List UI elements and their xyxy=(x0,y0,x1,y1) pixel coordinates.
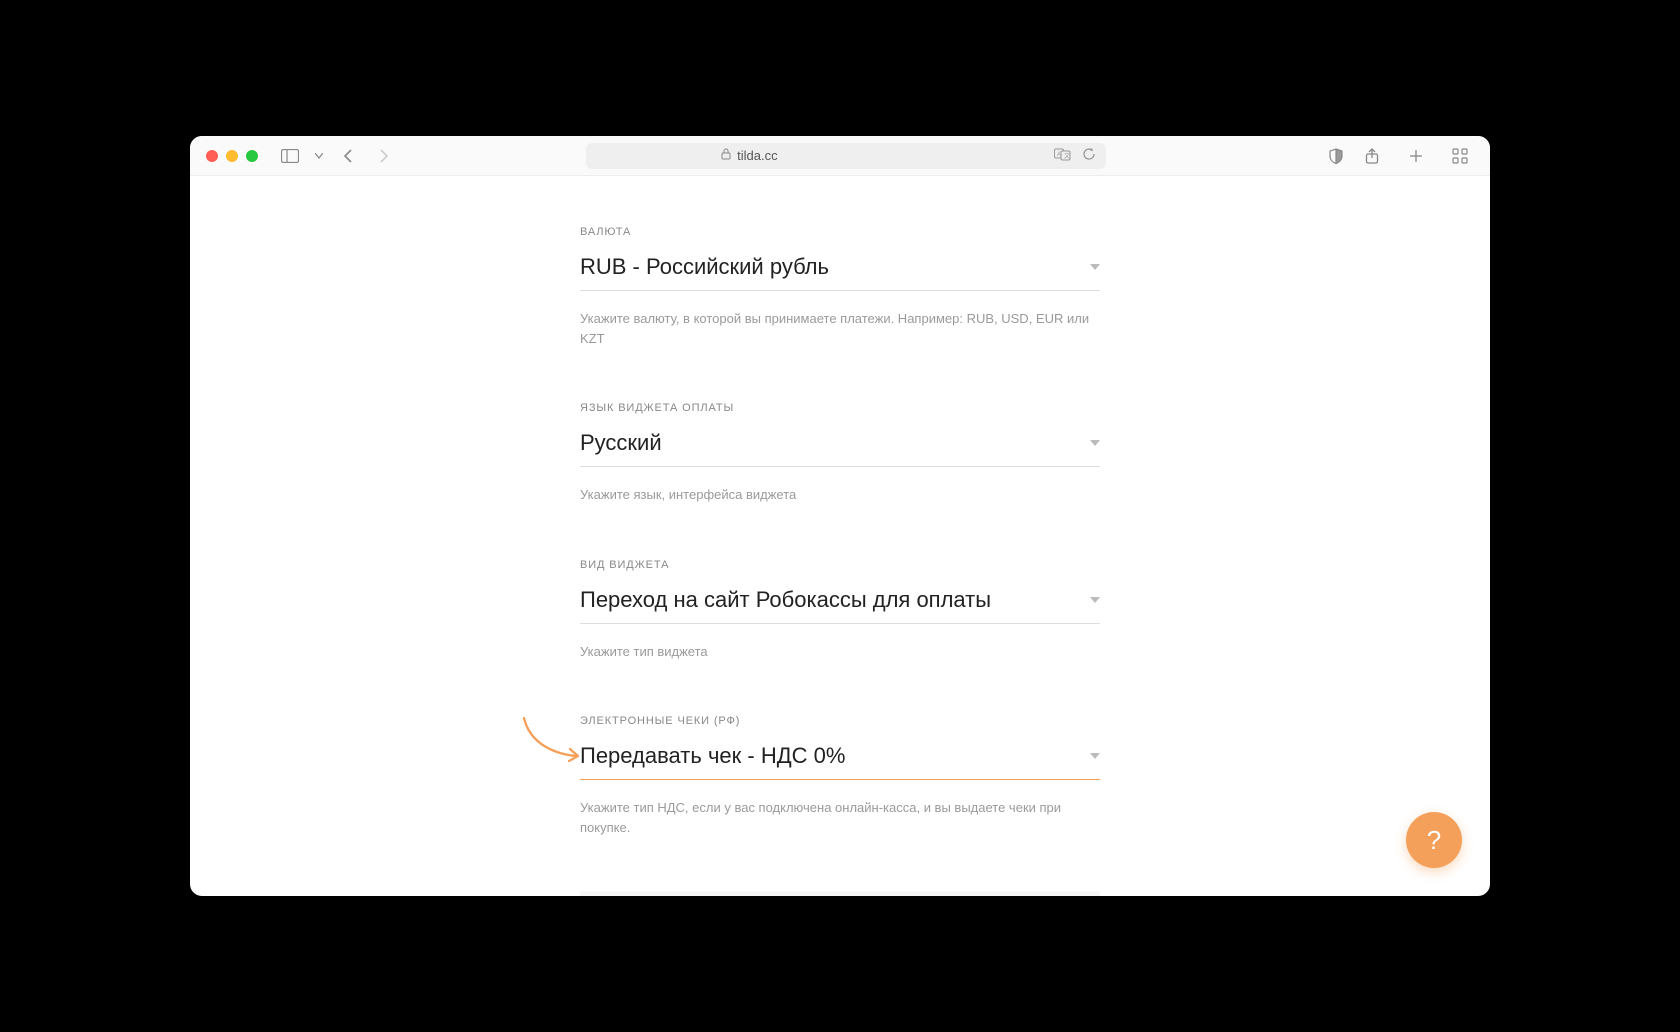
currency-label: ВАЛЮТА xyxy=(580,226,1100,238)
widget-language-hint: Укажите язык, интерфейса виджета xyxy=(580,485,1100,505)
widget-type-label: ВИД ВИДЖЕТА xyxy=(580,559,1100,571)
svg-text:A: A xyxy=(1057,152,1061,158)
reload-icon[interactable] xyxy=(1082,147,1096,164)
currency-hint: Укажите валюту, в которой вы принимаете … xyxy=(580,309,1100,348)
toolbar-right xyxy=(1358,144,1474,168)
translate-icon[interactable]: A文 xyxy=(1054,147,1072,164)
privacy-shield-icon[interactable] xyxy=(1322,144,1350,168)
receipts-value: Передавать чек - НДС 0% xyxy=(580,743,845,769)
widget-type-value: Переход на сайт Робокассы для оплаты xyxy=(580,587,991,613)
svg-text:文: 文 xyxy=(1064,152,1070,160)
widget-language-field-group: ЯЗЫК ВИДЖЕТА ОПЛАТЫ Русский Укажите язык… xyxy=(580,402,1100,505)
address-bar[interactable]: tilda.cc A文 xyxy=(586,143,1106,169)
chevron-down-icon xyxy=(1090,753,1100,759)
receipts-hint: Укажите тип НДС, если у вас подключена о… xyxy=(580,798,1100,837)
new-tab-button[interactable] xyxy=(1402,144,1430,168)
currency-select[interactable]: RUB - Российский рубль xyxy=(580,254,1100,291)
chevron-down-icon xyxy=(1090,597,1100,603)
nav-back-button[interactable] xyxy=(334,144,362,168)
titlebar: tilda.cc A文 xyxy=(190,136,1490,176)
widget-language-select[interactable]: Русский xyxy=(580,430,1100,467)
window-zoom-button[interactable] xyxy=(246,150,258,162)
nav-forward-button[interactable] xyxy=(370,144,398,168)
window-close-button[interactable] xyxy=(206,150,218,162)
widget-type-select[interactable]: Переход на сайт Робокассы для оплаты xyxy=(580,587,1100,624)
widget-type-field-group: ВИД ВИДЖЕТА Переход на сайт Робокассы дл… xyxy=(580,559,1100,662)
share-button[interactable] xyxy=(1358,144,1386,168)
lock-icon xyxy=(721,148,731,163)
browser-window: tilda.cc A文 xyxy=(190,136,1490,896)
window-minimize-button[interactable] xyxy=(226,150,238,162)
receipts-field-group: ЭЛЕКТРОННЫЕ ЧЕКИ (РФ) Передавать чек - Н… xyxy=(580,715,1100,837)
widget-language-value: Русский xyxy=(580,430,662,456)
receipts-label: ЭЛЕКТРОННЫЕ ЧЕКИ (РФ) xyxy=(580,715,1100,727)
page-content: ВАЛЮТА RUB - Российский рубль Укажите ва… xyxy=(190,176,1490,896)
chevron-down-icon xyxy=(1090,264,1100,270)
help-button[interactable]: ? xyxy=(1406,812,1462,868)
widget-language-label: ЯЗЫК ВИДЖЕТА ОПЛАТЫ xyxy=(580,402,1100,414)
tab-overview-button[interactable] xyxy=(1446,144,1474,168)
address-bar-wrap: tilda.cc A文 xyxy=(406,143,1286,169)
currency-field-group: ВАЛЮТА RUB - Российский рубль Укажите ва… xyxy=(580,226,1100,348)
receipts-select[interactable]: Передавать чек - НДС 0% xyxy=(580,743,1100,780)
url-host: tilda.cc xyxy=(737,148,777,163)
sidebar-toggle-button[interactable] xyxy=(276,144,304,168)
sidebar-dropdown-icon[interactable] xyxy=(312,144,326,168)
widget-type-hint: Укажите тип виджета xyxy=(580,642,1100,662)
currency-value: RUB - Российский рубль xyxy=(580,254,829,280)
chevron-down-icon xyxy=(1090,440,1100,446)
help-icon: ? xyxy=(1427,825,1441,856)
ffd-info-box: ФФД 1.05 С 1 января 2019, в соответствии… xyxy=(580,891,1100,896)
traffic-lights xyxy=(206,150,258,162)
